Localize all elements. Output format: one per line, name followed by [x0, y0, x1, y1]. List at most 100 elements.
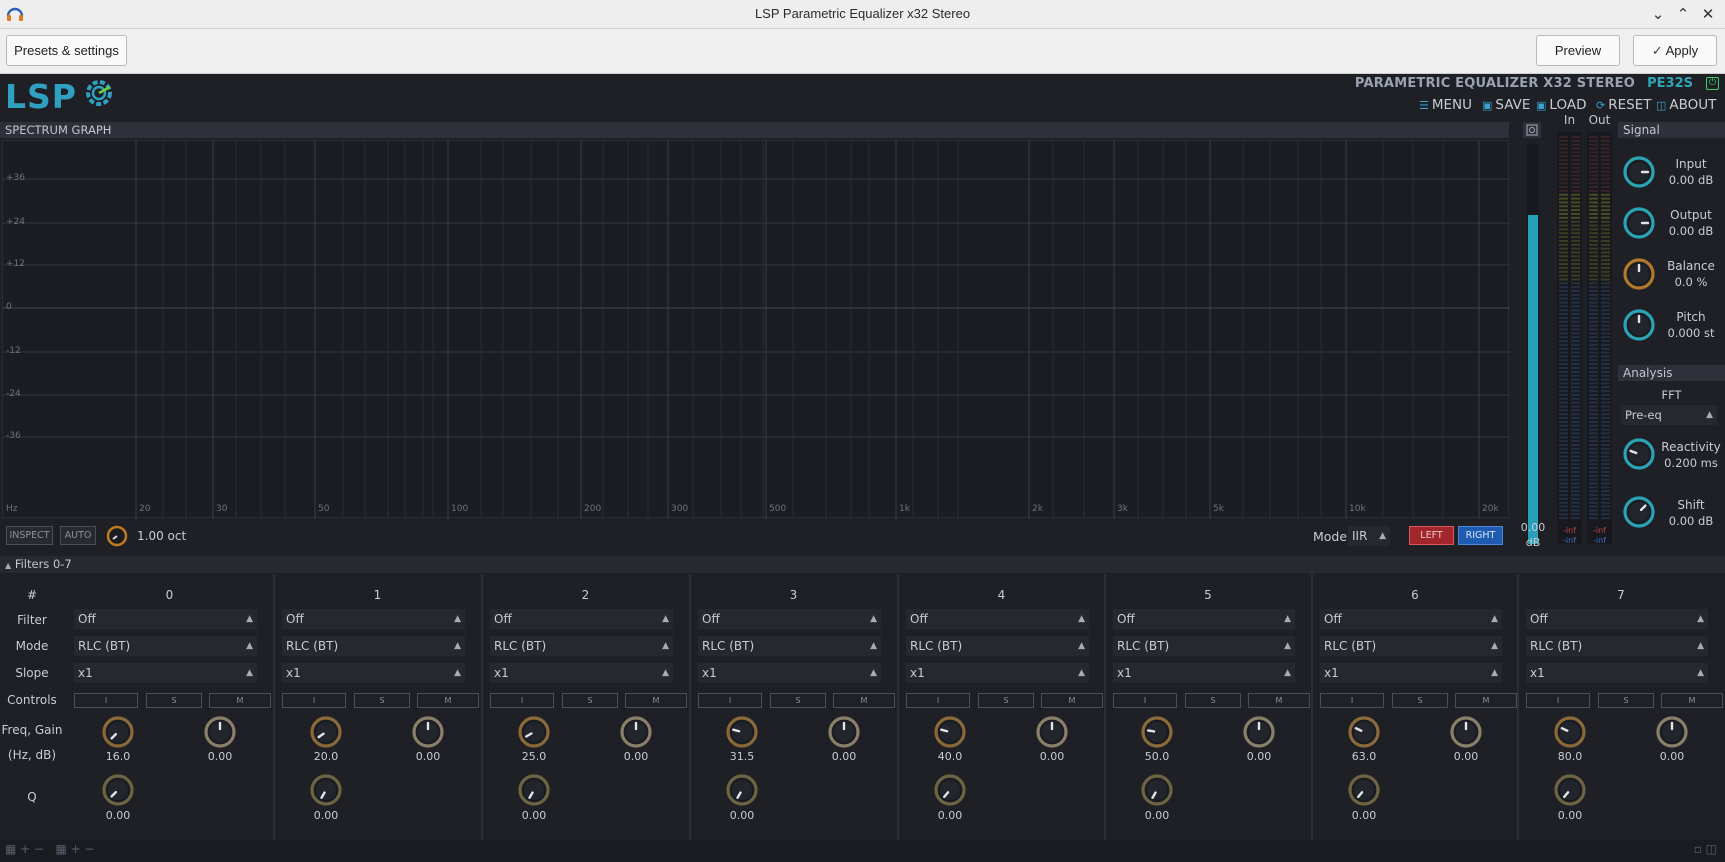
filter-1-slope-select[interactable]: x1 ▲	[282, 663, 465, 683]
filter-2-freq-knob[interactable]	[517, 715, 551, 749]
filter-7-mode-select[interactable]: RLC (BT) ▲	[1526, 636, 1708, 656]
filter-3-control-s[interactable]: S	[770, 693, 826, 708]
spectrum-graph[interactable]: +36 +24 +12 0 -12 -24 -36 Hz 20 30 50 100 200 300 500…	[2, 140, 1510, 519]
filter-2-gain-knob[interactable]	[619, 715, 653, 749]
filter-7-freq-knob[interactable]	[1553, 715, 1587, 749]
filter-1-q-knob[interactable]	[309, 773, 343, 807]
filter-5-freq-knob[interactable]	[1140, 715, 1174, 749]
filter-4-control-i[interactable]: I	[906, 693, 970, 708]
signal-knob-input[interactable]	[1622, 155, 1656, 189]
filter-2-control-s[interactable]: S	[562, 693, 618, 708]
filter-4-q-knob[interactable]	[933, 773, 967, 807]
filter-1-filter-select[interactable]: Off ▲	[282, 609, 465, 629]
filter-4-mode-select[interactable]: RLC (BT) ▲	[906, 636, 1089, 656]
filter-1-control-s[interactable]: S	[354, 693, 410, 708]
filter-0-control-s[interactable]: S	[146, 693, 202, 708]
menu-button[interactable]: ☰ MENU	[1419, 97, 1472, 113]
filter-4-control-s[interactable]: S	[978, 693, 1034, 708]
zoom-knob[interactable]	[106, 525, 128, 547]
filter-1-freq-knob[interactable]	[309, 715, 343, 749]
filter-6-q-knob[interactable]	[1347, 773, 1381, 807]
filter-6-control-m[interactable]: M	[1455, 693, 1517, 708]
inspect-button[interactable]: INSPECT	[6, 526, 53, 545]
filters-header[interactable]: ▲ Filters 0-7	[0, 556, 1725, 573]
filter-6-filter-select[interactable]: Off ▲	[1320, 609, 1502, 629]
filter-4-freq-knob[interactable]	[933, 715, 967, 749]
filter-5-mode-select[interactable]: RLC (BT) ▲	[1113, 636, 1295, 656]
filter-0-freq-knob[interactable]	[101, 715, 135, 749]
minimize-icon[interactable]: ⌄	[1647, 3, 1669, 25]
analysis-knob-shift[interactable]	[1622, 495, 1656, 529]
filter-3-control-m[interactable]: M	[833, 693, 895, 708]
fft-select[interactable]: Pre-eq ▲	[1621, 405, 1717, 425]
resize-icons[interactable]: ▫ ◫	[1694, 842, 1717, 856]
filter-7-slope-select[interactable]: x1 ▲	[1526, 663, 1708, 683]
filter-0-filter-select[interactable]: Off ▲	[74, 609, 257, 629]
filter-5-control-s[interactable]: S	[1185, 693, 1241, 708]
filter-7-control-m[interactable]: M	[1661, 693, 1723, 708]
filter-6-mode-select[interactable]: RLC (BT) ▲	[1320, 636, 1502, 656]
right-channel-button[interactable]: RIGHT	[1458, 526, 1503, 545]
filter-4-filter-select[interactable]: Off ▲	[906, 609, 1089, 629]
signal-knob-pitch[interactable]	[1622, 308, 1656, 342]
save-button[interactable]: ▣ SAVE	[1482, 97, 1530, 113]
presets-settings-button[interactable]: Presets & settings	[6, 35, 127, 66]
filter-6-slope-select[interactable]: x1 ▲	[1320, 663, 1502, 683]
filter-3-control-i[interactable]: I	[698, 693, 762, 708]
filter-5-control-m[interactable]: M	[1248, 693, 1310, 708]
power-icon[interactable]: ⏻	[1706, 77, 1719, 90]
filter-7-control-s[interactable]: S	[1598, 693, 1654, 708]
bottom-left-icons[interactable]: ▦ + − ▦ + −	[5, 842, 95, 856]
filter-4-gain-knob[interactable]	[1035, 715, 1069, 749]
filter-0-q-knob[interactable]	[101, 773, 135, 807]
filter-4-slope-select[interactable]: x1 ▲	[906, 663, 1089, 683]
filter-3-freq-knob[interactable]	[725, 715, 759, 749]
filter-1-control-m[interactable]: M	[417, 693, 479, 708]
filter-0-control-m[interactable]: M	[209, 693, 271, 708]
filter-5-gain-knob[interactable]	[1242, 715, 1276, 749]
filter-3-q-knob[interactable]	[725, 773, 759, 807]
analysis-knob-reactivity[interactable]	[1622, 437, 1656, 471]
preview-button[interactable]: Preview	[1536, 35, 1620, 66]
filter-3-slope-select[interactable]: x1 ▲	[698, 663, 881, 683]
filter-2-filter-select[interactable]: Off ▲	[490, 609, 673, 629]
filter-7-q-knob[interactable]	[1553, 773, 1587, 807]
filter-5-filter-select[interactable]: Off ▲	[1113, 609, 1295, 629]
filter-7-filter-select[interactable]: Off ▲	[1526, 609, 1708, 629]
filter-6-gain-knob[interactable]	[1449, 715, 1483, 749]
gain-level-meter[interactable]	[1527, 144, 1539, 544]
auto-button[interactable]: AUTO	[60, 526, 96, 545]
filter-3-gain-knob[interactable]	[827, 715, 861, 749]
about-button[interactable]: ◫ ABOUT	[1656, 97, 1716, 113]
filter-0-control-i[interactable]: I	[74, 693, 138, 708]
filter-4-control-m[interactable]: M	[1041, 693, 1103, 708]
filter-0-gain-knob[interactable]	[203, 715, 237, 749]
close-icon[interactable]: ✕	[1697, 3, 1719, 25]
filter-1-mode-select[interactable]: RLC (BT) ▲	[282, 636, 465, 656]
filter-3-filter-select[interactable]: Off ▲	[698, 609, 881, 629]
maximize-icon[interactable]: ⌃	[1672, 3, 1694, 25]
filter-2-mode-select[interactable]: RLC (BT) ▲	[490, 636, 673, 656]
filter-1-control-i[interactable]: I	[282, 693, 346, 708]
signal-knob-output[interactable]	[1622, 206, 1656, 240]
left-channel-button[interactable]: LEFT	[1409, 526, 1454, 545]
filter-5-slope-select[interactable]: x1 ▲	[1113, 663, 1295, 683]
reset-button[interactable]: ⟳ RESET	[1596, 97, 1651, 113]
filter-0-slope-select[interactable]: x1 ▲	[74, 663, 257, 683]
filter-2-q-knob[interactable]	[517, 773, 551, 807]
apply-button[interactable]: ✓ Apply	[1633, 35, 1717, 66]
filter-6-control-i[interactable]: I	[1320, 693, 1384, 708]
filter-5-q-knob[interactable]	[1140, 773, 1174, 807]
filter-7-gain-knob[interactable]	[1655, 715, 1689, 749]
filter-6-freq-knob[interactable]	[1347, 715, 1381, 749]
filter-5-control-i[interactable]: I	[1113, 693, 1177, 708]
mode-select[interactable]: IIR ▲	[1348, 526, 1390, 546]
filter-1-gain-knob[interactable]	[411, 715, 445, 749]
signal-knob-balance[interactable]	[1622, 257, 1656, 291]
filter-7-control-i[interactable]: I	[1526, 693, 1590, 708]
graph-zoom-icon[interactable]	[1523, 122, 1541, 138]
filter-6-control-s[interactable]: S	[1392, 693, 1448, 708]
filter-0-mode-select[interactable]: RLC (BT) ▲	[74, 636, 257, 656]
filter-2-slope-select[interactable]: x1 ▲	[490, 663, 673, 683]
load-button[interactable]: ▣ LOAD	[1536, 97, 1586, 113]
